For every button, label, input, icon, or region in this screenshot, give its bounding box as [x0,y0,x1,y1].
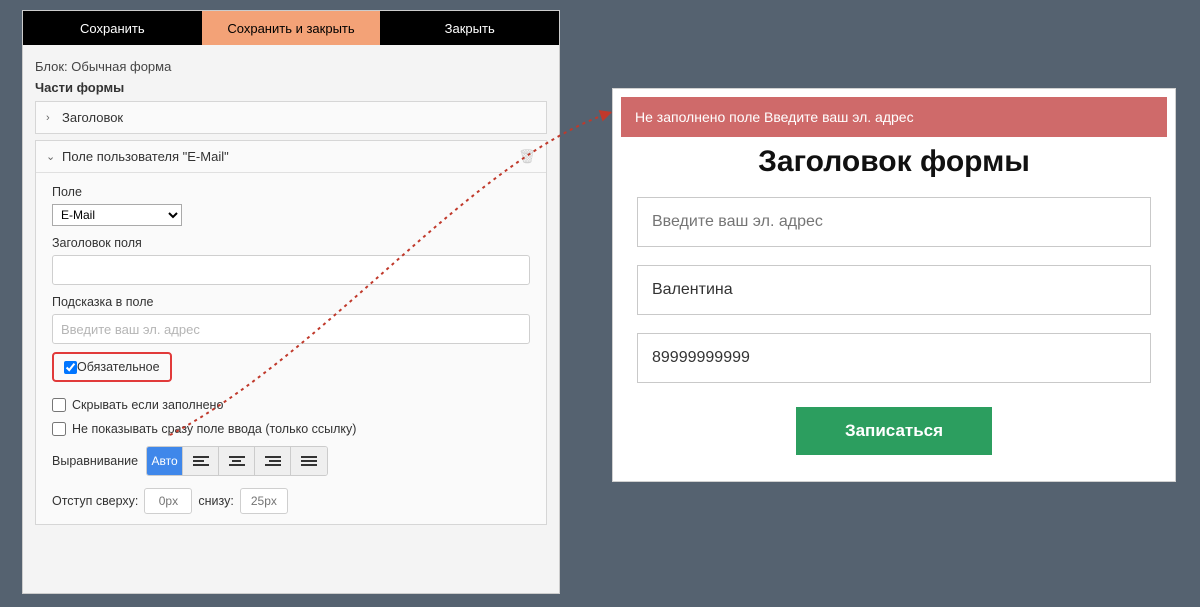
align-label: Выравнивание [52,454,138,468]
align-right-button[interactable] [255,447,291,475]
accordion-item-title[interactable]: › Заголовок [35,101,547,134]
align-group: Авто [146,446,328,476]
align-row: Выравнивание Авто [52,446,530,476]
required-highlight: Обязательное [52,352,172,382]
accordion-body: Поле E-Mail Заголовок поля Подсказка в п… [36,172,546,524]
hide-when-filled-checkbox[interactable] [52,398,66,412]
align-auto-button[interactable]: Авто [147,447,183,475]
margin-row: Отступ сверху: снизу: [52,488,530,514]
placeholder-input[interactable] [52,314,530,344]
margin-top-input[interactable] [144,488,192,514]
hide-input-label: Не показывать сразу поле ввода (только с… [72,422,356,436]
editor-body: Блок: Обычная форма Части формы › Заголо… [23,45,559,545]
required-label: Обязательное [77,360,160,374]
accordion-header-email[interactable]: ⌄ Поле пользователя "E-Mail" 🗑 [36,141,546,172]
placeholder-label: Подсказка в поле [52,295,530,309]
editor-tabs: Сохранить Сохранить и закрыть Закрыть [23,11,559,45]
accordion-label: Поле пользователя "E-Mail" [62,149,229,164]
submit-button[interactable]: Записаться [796,407,992,455]
form-preview: Не заполнено поле Введите ваш эл. адрес … [612,88,1176,482]
field-title-input[interactable] [52,255,530,285]
align-justify-button[interactable] [291,447,327,475]
hide-input-checkbox[interactable] [52,422,66,436]
margin-top-label: Отступ сверху: [52,494,138,508]
align-left-button[interactable] [183,447,219,475]
chevron-right-icon: › [46,112,56,124]
field-title-label: Заголовок поля [52,236,530,250]
required-checkbox[interactable] [64,361,77,374]
editor-panel: Сохранить Сохранить и закрыть Закрыть Бл… [22,10,560,594]
parts-title: Части формы [35,80,547,95]
block-title: Блок: Обычная форма [35,59,547,74]
preview-phone-input[interactable] [637,333,1151,383]
form-title: Заголовок формы [613,145,1175,179]
margin-bottom-input[interactable] [240,488,288,514]
field-select[interactable]: E-Mail [52,204,182,226]
tab-save-close[interactable]: Сохранить и закрыть [202,11,381,45]
align-center-button[interactable] [219,447,255,475]
accordion-item-email: ⌄ Поле пользователя "E-Mail" 🗑 Поле E-Ma… [35,140,547,525]
margin-bottom-label: снизу: [198,494,233,508]
hide-when-filled-label: Скрывать если заполнено [72,398,223,412]
preview-name-input[interactable] [637,265,1151,315]
error-banner: Не заполнено поле Введите ваш эл. адрес [621,97,1167,137]
trash-icon[interactable]: 🗑 [518,148,536,165]
field-label: Поле [52,185,530,199]
tab-save[interactable]: Сохранить [23,11,202,45]
hide-input-row: Не показывать сразу поле ввода (только с… [52,422,530,436]
preview-email-input[interactable] [637,197,1151,247]
chevron-down-icon: ⌄ [46,150,56,163]
preview-body: Записаться [613,197,1175,481]
tab-close[interactable]: Закрыть [380,11,559,45]
hide-when-filled-row: Скрывать если заполнено [52,398,530,412]
accordion-label: Заголовок [62,110,123,125]
